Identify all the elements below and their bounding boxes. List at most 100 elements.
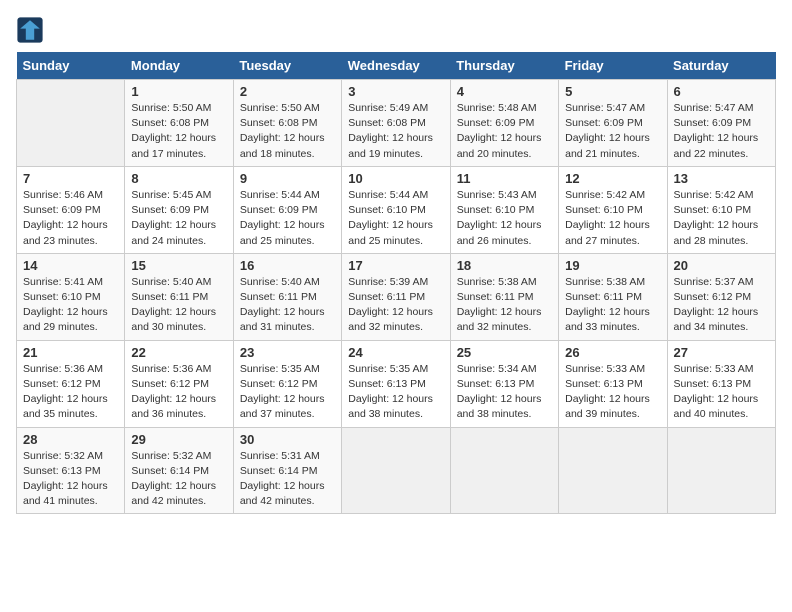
day-number: 30 bbox=[240, 432, 335, 447]
day-info: Sunrise: 5:32 AM Sunset: 6:14 PM Dayligh… bbox=[131, 449, 226, 510]
day-number: 13 bbox=[674, 171, 769, 186]
week-row-2: 7 Sunrise: 5:46 AM Sunset: 6:09 PM Daylig… bbox=[17, 166, 776, 253]
day-cell: 4Sunrise: 5:48 AM Sunset: 6:09 PM Daylig… bbox=[450, 80, 558, 167]
day-number: 3 bbox=[348, 84, 443, 99]
day-cell: 10Sunrise: 5:44 AM Sunset: 6:10 PM Dayli… bbox=[342, 166, 450, 253]
day-info: Sunrise: 5:43 AM Sunset: 6:10 PM Dayligh… bbox=[457, 188, 552, 249]
day-number: 2 bbox=[240, 84, 335, 99]
week-row-3: 14 Sunrise: 5:41 AM Sunset: 6:10 PM Dayli… bbox=[17, 253, 776, 340]
day-number: 7 bbox=[23, 171, 118, 186]
day-cell: 1 Sunrise: 5:50 AM Sunset: 6:08 PM Daylig… bbox=[125, 80, 233, 167]
day-number: 5 bbox=[565, 84, 660, 99]
day-info: Sunrise: 5:31 AM Sunset: 6:14 PM Dayligh… bbox=[240, 449, 335, 510]
day-info: Sunrise: 5:44 AM Sunset: 6:10 PM Dayligh… bbox=[348, 188, 443, 249]
day-info: Sunrise: 5:35 AM Sunset: 6:13 PM Dayligh… bbox=[348, 362, 443, 423]
day-cell: 26 Sunrise: 5:33 AM Sunset: 6:13 PM Dayli… bbox=[559, 340, 667, 427]
page-header bbox=[16, 16, 776, 44]
day-cell: 25 Sunrise: 5:34 AM Sunset: 6:13 PM Dayli… bbox=[450, 340, 558, 427]
week-row-5: 28 Sunrise: 5:32 AM Sunset: 6:13 PM Dayli… bbox=[17, 427, 776, 514]
calendar-header-row: SundayMondayTuesdayWednesdayThursdayFrid… bbox=[17, 52, 776, 80]
day-info: Sunrise: 5:32 AM Sunset: 6:13 PM Dayligh… bbox=[23, 449, 118, 510]
day-info: Sunrise: 5:47 AM Sunset: 6:09 PM Dayligh… bbox=[565, 101, 660, 162]
day-cell: 13 Sunrise: 5:42 AM Sunset: 6:10 PM Dayli… bbox=[667, 166, 775, 253]
calendar-table: SundayMondayTuesdayWednesdayThursdayFrid… bbox=[16, 52, 776, 514]
day-cell: 8 Sunrise: 5:45 AM Sunset: 6:09 PM Daylig… bbox=[125, 166, 233, 253]
day-info: Sunrise: 5:49 AM Sunset: 6:08 PM Dayligh… bbox=[348, 101, 443, 162]
day-number: 21 bbox=[23, 345, 118, 360]
day-cell: 2 Sunrise: 5:50 AM Sunset: 6:08 PM Daylig… bbox=[233, 80, 341, 167]
day-info: Sunrise: 5:38 AM Sunset: 6:11 PM Dayligh… bbox=[457, 275, 552, 336]
logo-icon bbox=[16, 16, 44, 44]
day-cell: 16 Sunrise: 5:40 AM Sunset: 6:11 PM Dayli… bbox=[233, 253, 341, 340]
day-cell bbox=[450, 427, 558, 514]
day-cell bbox=[17, 80, 125, 167]
day-number: 24 bbox=[348, 345, 443, 360]
day-number: 27 bbox=[674, 345, 769, 360]
day-number: 9 bbox=[240, 171, 335, 186]
day-number: 1 bbox=[131, 84, 226, 99]
day-info: Sunrise: 5:46 AM Sunset: 6:09 PM Dayligh… bbox=[23, 188, 118, 249]
day-cell: 6 Sunrise: 5:47 AM Sunset: 6:09 PM Daylig… bbox=[667, 80, 775, 167]
day-number: 29 bbox=[131, 432, 226, 447]
day-cell: 5 Sunrise: 5:47 AM Sunset: 6:09 PM Daylig… bbox=[559, 80, 667, 167]
day-number: 15 bbox=[131, 258, 226, 273]
day-cell: 15Sunrise: 5:40 AM Sunset: 6:11 PM Dayli… bbox=[125, 253, 233, 340]
day-cell: 21 Sunrise: 5:36 AM Sunset: 6:12 PM Dayli… bbox=[17, 340, 125, 427]
day-info: Sunrise: 5:37 AM Sunset: 6:12 PM Dayligh… bbox=[674, 275, 769, 336]
header-saturday: Saturday bbox=[667, 52, 775, 80]
day-info: Sunrise: 5:33 AM Sunset: 6:13 PM Dayligh… bbox=[565, 362, 660, 423]
day-info: Sunrise: 5:34 AM Sunset: 6:13 PM Dayligh… bbox=[457, 362, 552, 423]
day-number: 8 bbox=[131, 171, 226, 186]
day-info: Sunrise: 5:36 AM Sunset: 6:12 PM Dayligh… bbox=[23, 362, 118, 423]
day-cell bbox=[342, 427, 450, 514]
day-info: Sunrise: 5:47 AM Sunset: 6:09 PM Dayligh… bbox=[674, 101, 769, 162]
day-info: Sunrise: 5:48 AM Sunset: 6:09 PM Dayligh… bbox=[457, 101, 552, 162]
day-number: 25 bbox=[457, 345, 552, 360]
day-info: Sunrise: 5:45 AM Sunset: 6:09 PM Dayligh… bbox=[131, 188, 226, 249]
day-info: Sunrise: 5:42 AM Sunset: 6:10 PM Dayligh… bbox=[674, 188, 769, 249]
day-cell: 23 Sunrise: 5:35 AM Sunset: 6:12 PM Dayli… bbox=[233, 340, 341, 427]
day-number: 26 bbox=[565, 345, 660, 360]
day-info: Sunrise: 5:35 AM Sunset: 6:12 PM Dayligh… bbox=[240, 362, 335, 423]
day-cell: 3 Sunrise: 5:49 AM Sunset: 6:08 PM Daylig… bbox=[342, 80, 450, 167]
day-number: 28 bbox=[23, 432, 118, 447]
day-info: Sunrise: 5:42 AM Sunset: 6:10 PM Dayligh… bbox=[565, 188, 660, 249]
day-info: Sunrise: 5:33 AM Sunset: 6:13 PM Dayligh… bbox=[674, 362, 769, 423]
header-friday: Friday bbox=[559, 52, 667, 80]
day-cell: 27 Sunrise: 5:33 AM Sunset: 6:13 PM Dayli… bbox=[667, 340, 775, 427]
day-cell: 11 Sunrise: 5:43 AM Sunset: 6:10 PM Dayli… bbox=[450, 166, 558, 253]
logo bbox=[16, 16, 48, 44]
day-info: Sunrise: 5:40 AM Sunset: 6:11 PM Dayligh… bbox=[240, 275, 335, 336]
day-number: 23 bbox=[240, 345, 335, 360]
day-number: 19 bbox=[565, 258, 660, 273]
day-number: 17 bbox=[348, 258, 443, 273]
day-number: 14 bbox=[23, 258, 118, 273]
day-info: Sunrise: 5:36 AM Sunset: 6:12 PM Dayligh… bbox=[131, 362, 226, 423]
day-cell bbox=[559, 427, 667, 514]
day-cell: 24 Sunrise: 5:35 AM Sunset: 6:13 PM Dayli… bbox=[342, 340, 450, 427]
day-number: 11 bbox=[457, 171, 552, 186]
header-thursday: Thursday bbox=[450, 52, 558, 80]
day-info: Sunrise: 5:50 AM Sunset: 6:08 PM Dayligh… bbox=[240, 101, 335, 162]
day-number: 22 bbox=[131, 345, 226, 360]
day-cell: 18 Sunrise: 5:38 AM Sunset: 6:11 PM Dayli… bbox=[450, 253, 558, 340]
day-info: Sunrise: 5:44 AM Sunset: 6:09 PM Dayligh… bbox=[240, 188, 335, 249]
day-info: Sunrise: 5:50 AM Sunset: 6:08 PM Dayligh… bbox=[131, 101, 226, 162]
day-cell: 12Sunrise: 5:42 AM Sunset: 6:10 PM Dayli… bbox=[559, 166, 667, 253]
day-number: 6 bbox=[674, 84, 769, 99]
day-cell: 28 Sunrise: 5:32 AM Sunset: 6:13 PM Dayli… bbox=[17, 427, 125, 514]
week-row-1: 1 Sunrise: 5:50 AM Sunset: 6:08 PM Daylig… bbox=[17, 80, 776, 167]
day-cell: 20 Sunrise: 5:37 AM Sunset: 6:12 PM Dayli… bbox=[667, 253, 775, 340]
header-tuesday: Tuesday bbox=[233, 52, 341, 80]
day-number: 20 bbox=[674, 258, 769, 273]
day-cell: 17 Sunrise: 5:39 AM Sunset: 6:11 PM Dayli… bbox=[342, 253, 450, 340]
day-number: 18 bbox=[457, 258, 552, 273]
day-cell: 14 Sunrise: 5:41 AM Sunset: 6:10 PM Dayli… bbox=[17, 253, 125, 340]
day-number: 16 bbox=[240, 258, 335, 273]
day-cell bbox=[667, 427, 775, 514]
day-info: Sunrise: 5:41 AM Sunset: 6:10 PM Dayligh… bbox=[23, 275, 118, 336]
day-cell: 19Sunrise: 5:38 AM Sunset: 6:11 PM Dayli… bbox=[559, 253, 667, 340]
day-cell: 9 Sunrise: 5:44 AM Sunset: 6:09 PM Daylig… bbox=[233, 166, 341, 253]
day-cell: 22 Sunrise: 5:36 AM Sunset: 6:12 PM Dayli… bbox=[125, 340, 233, 427]
day-info: Sunrise: 5:39 AM Sunset: 6:11 PM Dayligh… bbox=[348, 275, 443, 336]
